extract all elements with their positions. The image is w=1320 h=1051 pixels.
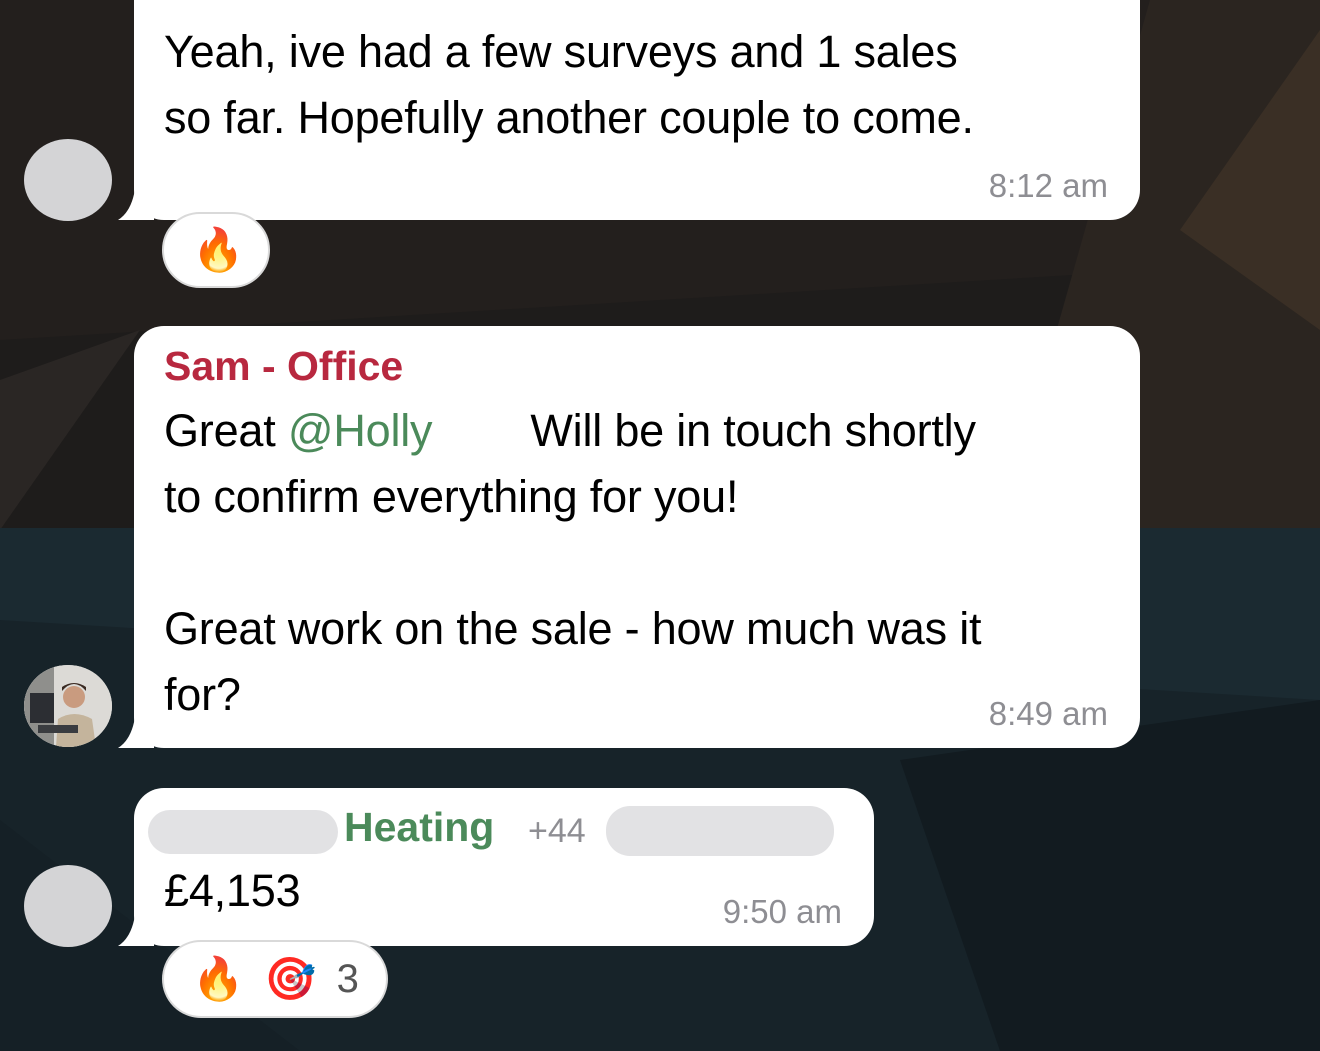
redacted-name [148, 810, 338, 854]
message-text: for? [164, 669, 241, 720]
message-text: so far. Hopefully another couple to come… [164, 92, 974, 143]
avatar[interactable] [24, 665, 112, 747]
message-bubble[interactable]: Yeah, ive had a few surveys and 1 sales … [134, 0, 1140, 220]
sender-name[interactable]: Sam - Office [164, 343, 403, 390]
user-photo-icon [24, 665, 112, 747]
message-text: Yeah, ive had a few surveys and 1 sales [164, 26, 958, 77]
message-time: 8:12 am [988, 167, 1108, 204]
mention-link[interactable]: @Holly [288, 405, 433, 456]
target-icon: 🎯 [264, 955, 317, 1002]
avatar[interactable] [24, 865, 112, 947]
message-bubble[interactable]: Heating +44 £4,153 9:50 am [134, 788, 874, 946]
sender-phone-prefix: +44 [528, 812, 586, 850]
message-text: Great [164, 405, 288, 456]
avatar[interactable] [24, 139, 112, 221]
fire-icon: 🔥 [192, 955, 245, 1002]
message-text: to confirm everything for you! [164, 471, 739, 522]
message-text: Great work on the sale - how much was it [164, 603, 982, 654]
redacted-phone [606, 806, 834, 856]
sender-name[interactable]: Heating [344, 804, 494, 851]
fire-icon: 🔥 [192, 226, 245, 273]
message-time: 9:50 am [722, 893, 842, 930]
message-bubble[interactable]: Sam - Office Great @Holly Will be in touc… [134, 326, 1140, 748]
reaction-count: 3 [336, 956, 359, 1001]
message-text: Will be in touch shortly [530, 405, 976, 456]
message-text: £4,153 [164, 865, 301, 916]
reaction-pill[interactable]: 🔥 [162, 212, 270, 288]
message-time: 8:49 am [988, 695, 1108, 732]
reaction-pill[interactable]: 🔥 🎯 3 [162, 940, 388, 1018]
